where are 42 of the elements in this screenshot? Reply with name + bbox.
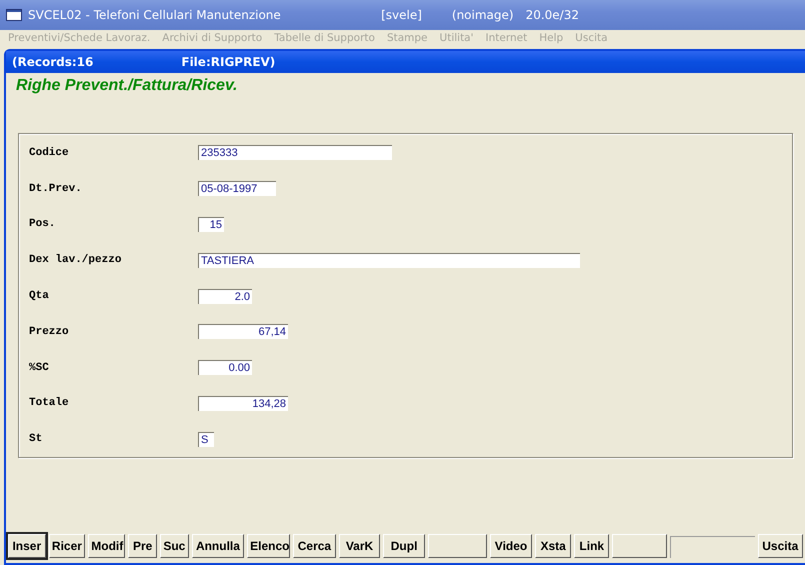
input-field[interactable]: S xyxy=(198,432,214,447)
window-icon xyxy=(6,9,22,21)
field-label: Dt.Prev. xyxy=(29,182,83,195)
toolbar-button[interactable]: Suc xyxy=(160,534,189,558)
user-name: [svele] xyxy=(381,8,422,22)
toolbar-button[interactable]: Dupl xyxy=(383,534,425,558)
input-field[interactable]: 134,28 xyxy=(198,396,288,411)
toolbar-button[interactable]: Ricer xyxy=(48,534,86,558)
input-field[interactable]: 2.0 xyxy=(198,288,252,304)
toolbar-button[interactable]: Video xyxy=(490,534,532,558)
field-label: Qta xyxy=(29,290,50,302)
input-field[interactable]: 67,14 xyxy=(198,324,288,340)
field-label: Totale xyxy=(29,397,70,410)
toolbar-button[interactable]: VarK xyxy=(338,534,380,558)
input-field[interactable]: 235333 xyxy=(198,145,392,160)
input-field[interactable]: 05-08-1997 xyxy=(198,181,276,196)
toolbar-button[interactable]: Elenco xyxy=(247,534,290,558)
toolbar-button[interactable]: Uscita xyxy=(758,534,804,558)
toolbar-button[interactable]: Annulla xyxy=(192,534,244,558)
input-field[interactable]: 0.00 xyxy=(198,360,252,376)
image-status: (noimage) xyxy=(452,8,514,22)
file-name: File:RIGPREV) xyxy=(181,55,276,69)
field-label: Prezzo xyxy=(29,326,70,338)
toolbar-button[interactable]: Modif xyxy=(88,534,126,558)
input-field[interactable]: 15 xyxy=(198,216,224,232)
form-title: Righe Prevent./Fattura/Ricev. xyxy=(15,76,238,96)
version-label: 20.0e/32 xyxy=(526,8,579,22)
toolbar-button[interactable]: Pre xyxy=(128,534,157,558)
field-label: St xyxy=(29,433,44,446)
field-label: %SC xyxy=(29,362,50,374)
records-count: (Records:16 xyxy=(12,55,94,69)
blank-button[interactable] xyxy=(428,534,488,558)
blank-button[interactable] xyxy=(612,534,667,558)
field-label: Pos. xyxy=(29,218,56,230)
toolbar-button[interactable]: Cerca xyxy=(293,534,336,558)
input-field[interactable]: TASTIERA xyxy=(198,252,580,268)
toolbar-button[interactable]: Link xyxy=(574,534,610,558)
field-label: Codice xyxy=(29,146,70,159)
field-label: Dex lav./pezzo xyxy=(29,254,122,266)
window-title: SVCEL02 - Telefoni Cellulari Manutenzione xyxy=(28,8,281,22)
toolbar-button[interactable]: Xsta xyxy=(534,534,572,558)
toolbar-button[interactable]: Inser xyxy=(8,534,46,558)
